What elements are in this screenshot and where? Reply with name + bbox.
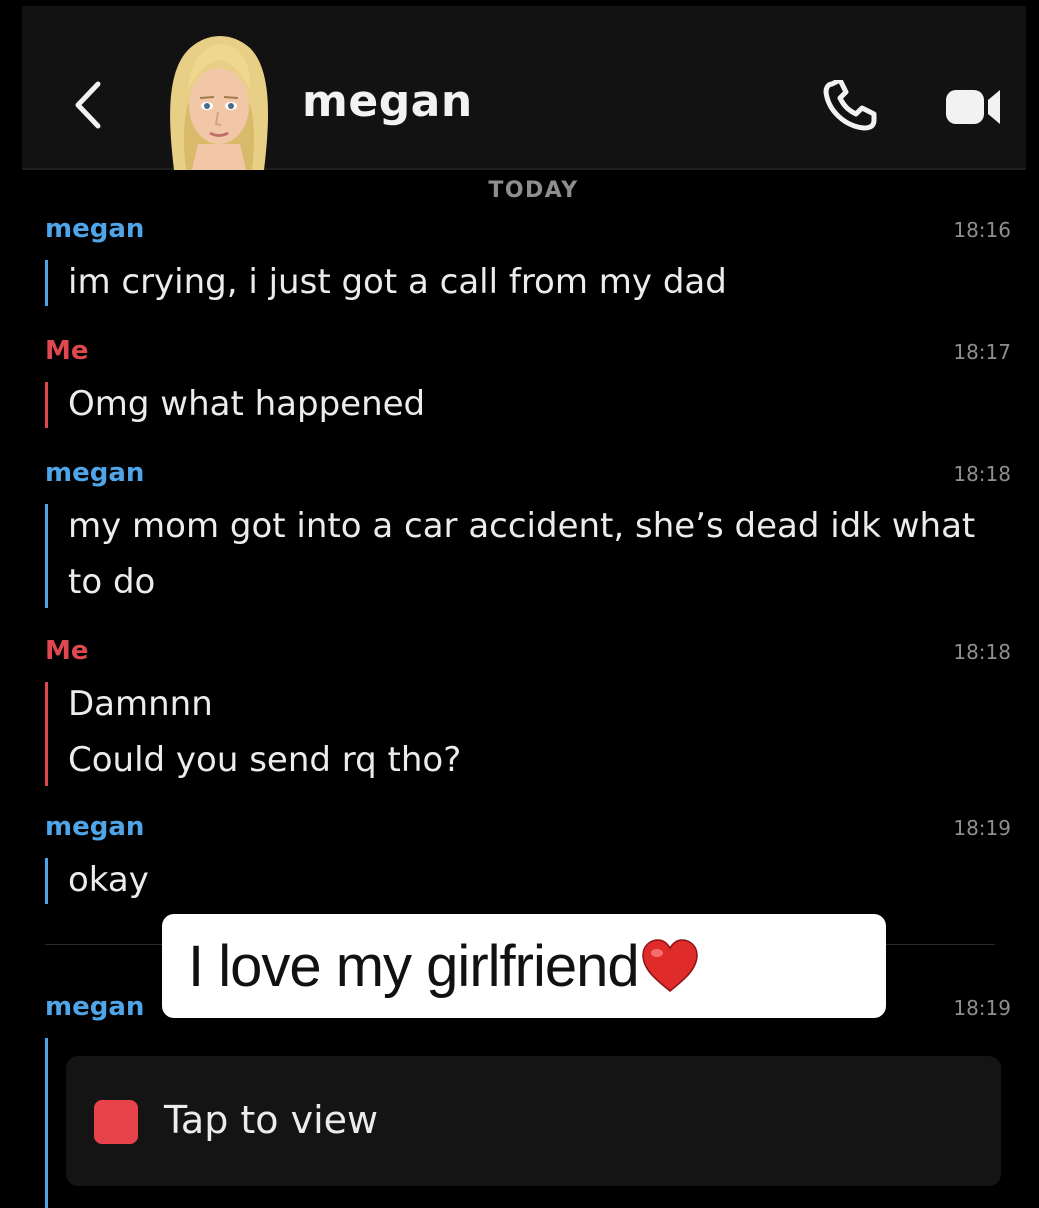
tap-to-view-label: Tap to view — [164, 1098, 379, 1142]
message-text[interactable]: to do — [68, 562, 155, 602]
sender-name: megan — [45, 458, 145, 488]
sender-name: megan — [45, 214, 145, 244]
snap-card[interactable]: Tap to view — [66, 1056, 1001, 1186]
sender-name: megan — [45, 812, 145, 842]
phone-icon[interactable] — [822, 80, 882, 132]
message-bar — [45, 1038, 48, 1208]
chat-screen: megan TODAY megan 18:16 im crying, i jus… — [0, 0, 1039, 1208]
caption-text: I love my girlfriend — [188, 933, 640, 999]
chevron-left-icon[interactable] — [68, 80, 108, 130]
timestamp: 18:18 — [953, 640, 1011, 664]
message-bar — [45, 260, 48, 306]
sender-name: Me — [45, 636, 89, 666]
message-bar — [45, 382, 48, 428]
timestamp: 18:19 — [953, 996, 1011, 1020]
message-text[interactable]: my mom got into a car accident, she’s de… — [68, 506, 975, 546]
sender-name: megan — [45, 992, 145, 1022]
timestamp: 18:19 — [953, 816, 1011, 840]
message-text[interactable]: okay — [68, 860, 149, 900]
message-bar — [45, 682, 48, 786]
timestamp: 18:16 — [953, 218, 1011, 242]
message-text[interactable]: Omg what happened — [68, 384, 425, 424]
message-bar — [45, 504, 48, 608]
contact-name[interactable]: megan — [302, 76, 473, 127]
message-text[interactable]: im crying, i just got a call from my dad — [68, 262, 727, 302]
overlay-caption: I love my girlfriend — [162, 914, 886, 1018]
snap-indicator-icon — [94, 1100, 138, 1144]
day-separator: TODAY — [488, 178, 579, 203]
message-bar — [45, 858, 48, 904]
video-camera-icon[interactable] — [944, 86, 1002, 128]
sender-name: Me — [45, 336, 89, 366]
message-text[interactable]: Damnnn — [68, 684, 213, 724]
red-heart-icon — [641, 939, 698, 992]
avatar[interactable] — [160, 30, 278, 170]
message-text[interactable]: Could you send rq tho? — [68, 740, 461, 780]
timestamp: 18:17 — [953, 340, 1011, 364]
timestamp: 18:18 — [953, 462, 1011, 486]
